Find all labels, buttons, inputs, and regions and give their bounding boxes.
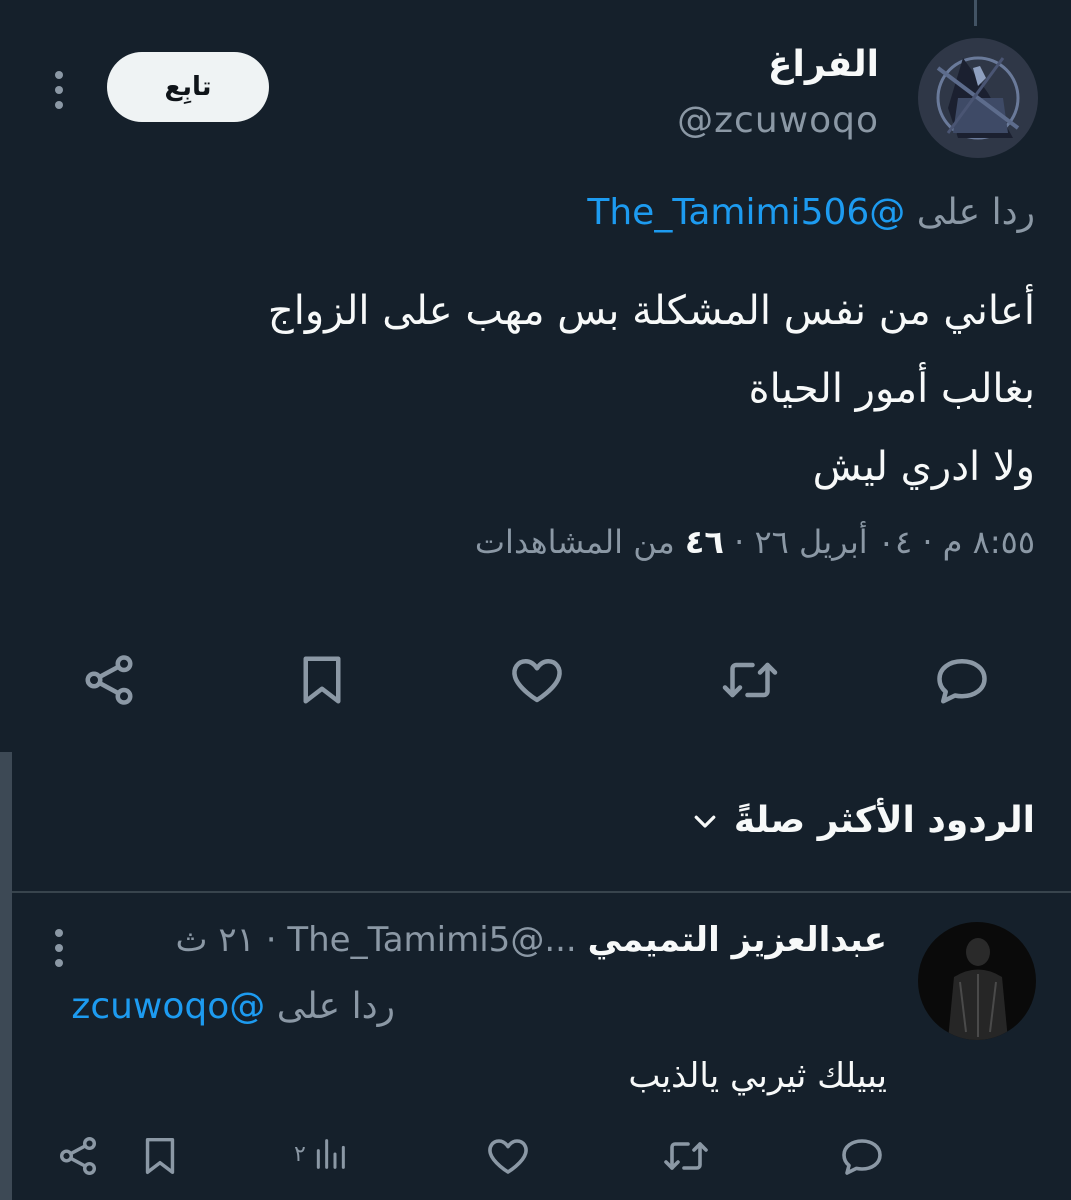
avatar[interactable] [918,38,1038,158]
share-icon[interactable] [77,648,141,712]
display-name[interactable]: الفراغ [768,44,879,85]
username[interactable]: @zcuwoqo [677,100,879,141]
mention-link[interactable]: @zcuwoqo [71,986,265,1027]
reply-more-options-icon[interactable] [53,929,65,967]
tweet-text: أعاني من نفس المشكلة بس مهب على الزواج ب… [55,272,1035,506]
tweet-meta: ٨:٥٥ م · ٠٤ أبريل ٢٦ · ٤٦ من المشاهدات [475,523,1035,561]
replying-to: ردا على @The_Tamimi506 [587,192,1035,233]
reply-text: يبيلك ثيربي يالذيب [628,1056,887,1096]
thread-connector [974,0,977,26]
like-icon[interactable] [505,648,569,712]
replying-prefix: ردا على [276,986,395,1027]
views-icon [316,1139,345,1169]
views-count: ٤٦ [684,523,724,561]
replies-sort-dropdown[interactable]: الردود الأكثر صلةً [690,800,1035,841]
follow-button[interactable]: تابِع [107,52,269,122]
reply-icon[interactable] [836,1128,888,1184]
retweet-icon[interactable] [718,648,782,712]
reply-header: عبدالعزيز التميمي ...@The_Tamimi5 · ٢١ ث [176,920,887,960]
retweet-icon[interactable] [660,1128,712,1184]
tweet-date[interactable]: ٠٤ أبريل ٢٦ [754,523,912,561]
reply-icon[interactable] [930,648,994,712]
reply-handle-time[interactable]: ...@The_Tamimi5 · ٢١ ث [176,920,577,960]
replying-prefix: ردا على [916,192,1035,233]
divider [12,891,1071,893]
bookmark-icon[interactable] [290,648,354,712]
reply-avatar[interactable] [918,922,1036,1040]
reply-views[interactable]: ٢ [294,1134,350,1174]
scroll-track [0,752,12,1200]
reply-views-count: ٢ [294,1141,306,1167]
like-icon[interactable] [482,1128,534,1184]
tweet-line: أعاني من نفس المشكلة بس مهب على الزواج [267,288,1035,334]
tweet-time[interactable]: ٨:٥٥ م [943,523,1035,561]
mention-link[interactable]: @The_Tamimi506 [587,192,905,233]
bookmark-icon[interactable] [134,1128,186,1184]
tweet-line: بغالب أمور الحياة [748,366,1035,412]
separator: · [723,523,755,561]
reply-display-name[interactable]: عبدالعزيز التميمي [588,920,887,960]
tweet-line: ولا ادري ليش [812,444,1035,490]
more-options-icon[interactable] [53,71,65,109]
chevron-down-icon [694,815,716,828]
views-label: من المشاهدات [474,523,685,561]
separator: · [912,523,943,561]
reply-replying-to: ردا على @zcuwoqo [71,986,395,1027]
share-icon[interactable] [52,1128,104,1184]
replies-sort-label: الردود الأكثر صلةً [733,800,1035,841]
